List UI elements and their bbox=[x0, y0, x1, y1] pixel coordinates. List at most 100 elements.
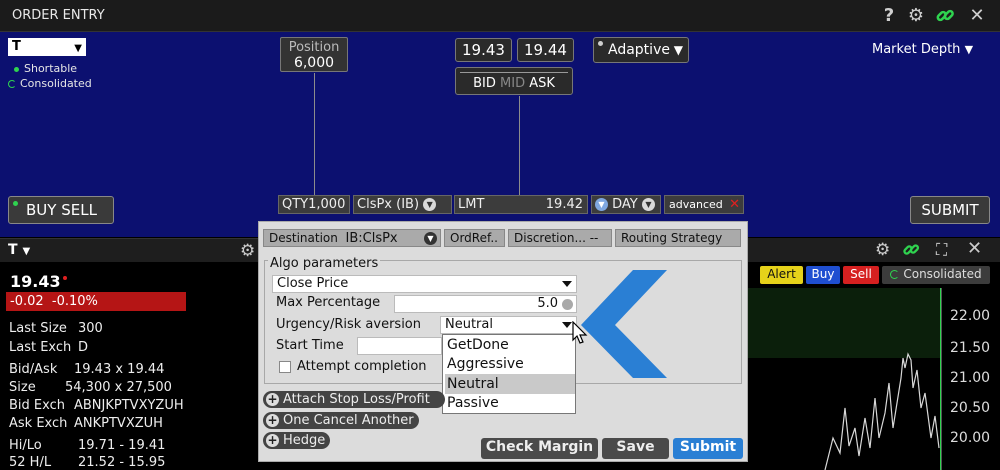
ask-price-button[interactable]: 19.44 bbox=[517, 38, 574, 62]
bid-price-button[interactable]: 19.43 bbox=[455, 38, 512, 62]
option-neutral[interactable]: Neutral bbox=[445, 374, 575, 394]
one-cancel-another-button[interactable]: + One Cancel Another bbox=[263, 412, 419, 429]
attempt-completion-checkbox[interactable] bbox=[279, 361, 291, 373]
routing-strategy-button[interactable]: Routing Strategy bbox=[615, 229, 741, 247]
start-time-label: Start Time bbox=[276, 338, 344, 353]
chart-consolidated-toggle[interactable]: Consolidated bbox=[882, 266, 990, 284]
quote-row: Ask Exch ANKPTVXZUH bbox=[9, 416, 163, 431]
axis-tick-label: 20.00 bbox=[950, 430, 991, 446]
chevron-down-icon: ▼ bbox=[424, 232, 437, 245]
chevron-down-icon bbox=[562, 281, 572, 287]
destination-select[interactable]: Destination IB:ClsPx ▼ bbox=[263, 229, 441, 247]
expand-icon[interactable]: ⛶ bbox=[936, 240, 947, 260]
ask-label: ASK bbox=[529, 76, 555, 91]
consolidated-indicator: Consolidated bbox=[8, 77, 92, 90]
urgency-select[interactable]: Neutral bbox=[440, 316, 577, 334]
chart-buy-button[interactable]: Buy bbox=[806, 266, 840, 284]
submit-button[interactable]: Submit bbox=[673, 438, 743, 459]
cispx-select[interactable]: ClsPx (IB) ▼ bbox=[353, 195, 452, 214]
limit-price-field[interactable]: LMT 19.42 bbox=[454, 195, 588, 214]
quote-symbol[interactable]: T ▼ bbox=[8, 242, 30, 258]
bid-label: BID bbox=[473, 76, 496, 91]
market-depth-toggle[interactable]: Market Depth ▼ bbox=[872, 42, 973, 57]
quote-row: Last Size 300 bbox=[9, 321, 103, 336]
chart-sell-button[interactable]: Sell bbox=[843, 266, 879, 284]
save-button[interactable]: Save bbox=[602, 438, 669, 459]
plus-icon: + bbox=[266, 413, 279, 427]
status-dot-icon bbox=[14, 66, 19, 72]
clock-icon: ▼ bbox=[595, 198, 608, 211]
axis-tick-label: 21.50 bbox=[950, 340, 991, 356]
check-margin-button[interactable]: Check Margin bbox=[481, 438, 598, 459]
bid-mid-ask-selector[interactable]: BID MID ASK bbox=[455, 67, 573, 95]
max-percentage-input[interactable]: 5.0 bbox=[394, 295, 577, 313]
plus-icon: + bbox=[266, 392, 279, 406]
chart-panel-header: ⚙ ⛶ ✕ bbox=[745, 238, 1000, 262]
algo-value: Adaptive bbox=[608, 42, 670, 58]
quote-row: 52 H/L 21.52 - 15.95 bbox=[9, 455, 166, 470]
last-price: 19.43 bbox=[10, 272, 67, 291]
buy-label: BUY bbox=[26, 201, 57, 219]
chevron-down-icon: ▼ bbox=[641, 198, 655, 211]
quote-row: Bid/Ask 19.43 x 19.44 bbox=[9, 362, 165, 377]
title-bar: ORDER ENTRY ? ⚙ ✕ bbox=[0, 0, 1000, 32]
close-icon[interactable]: ✕ bbox=[729, 196, 740, 213]
symbol-select[interactable]: T ▼ bbox=[8, 38, 86, 56]
option-aggressive[interactable]: Aggressive bbox=[445, 354, 575, 374]
option-getdone[interactable]: GetDone bbox=[445, 335, 575, 355]
quote-row: Hi/Lo 19.71 - 19.41 bbox=[9, 438, 166, 453]
link-icon[interactable] bbox=[901, 240, 921, 264]
price-line-chart bbox=[824, 288, 941, 470]
gear-icon[interactable]: ⚙ bbox=[905, 5, 927, 27]
consolidated-ring-icon bbox=[8, 80, 16, 88]
close-icon[interactable]: ✕ bbox=[967, 238, 982, 259]
consolidated-ring-icon bbox=[890, 270, 900, 279]
max-percentage-label: Max Percentage bbox=[276, 295, 381, 310]
stepper-icon[interactable] bbox=[562, 299, 573, 310]
option-passive[interactable]: Passive bbox=[445, 393, 575, 413]
sell-label: SELL bbox=[61, 201, 97, 219]
chevron-down-icon: ▼ bbox=[964, 43, 974, 56]
dot-icon bbox=[598, 41, 603, 46]
advanced-toggle[interactable]: advanced ✕ bbox=[664, 195, 744, 214]
submit-order-button[interactable]: SUBMIT bbox=[910, 196, 990, 224]
link-icon[interactable] bbox=[934, 5, 956, 27]
quantity-field[interactable]: QTY1,000 bbox=[278, 195, 350, 214]
position-label: Position bbox=[288, 40, 340, 55]
chevron-down-icon bbox=[562, 322, 572, 328]
discretion-button[interactable]: Discretion... -- bbox=[508, 229, 612, 247]
buy-sell-toggle[interactable]: BUY SELL bbox=[8, 196, 114, 224]
hedge-button[interactable]: + Hedge bbox=[263, 432, 330, 449]
plus-icon: + bbox=[266, 433, 279, 447]
quote-row: Bid Exch ABNJKPTVXYZUH bbox=[9, 398, 184, 413]
start-time-input[interactable] bbox=[357, 337, 442, 355]
close-price-select[interactable]: Close Price bbox=[272, 275, 577, 293]
tick-down-icon bbox=[62, 276, 67, 280]
alert-button[interactable]: Alert bbox=[760, 266, 803, 284]
algo-parameters-title: Algo parameters bbox=[268, 256, 381, 271]
quote-row: Size 54,300 x 27,500 bbox=[9, 380, 172, 395]
gear-icon[interactable]: ⚙ bbox=[240, 241, 255, 261]
ordref-button[interactable]: OrdRef.. bbox=[444, 229, 505, 247]
status-dot-icon bbox=[13, 201, 18, 206]
chevron-down-icon: ▼ bbox=[423, 198, 437, 211]
close-icon[interactable]: ✕ bbox=[966, 5, 988, 27]
mid-label: MID bbox=[500, 76, 526, 91]
attempt-completion-label: Attempt completion bbox=[297, 359, 427, 374]
help-icon[interactable]: ? bbox=[878, 5, 900, 27]
axis-tick-label: 22.00 bbox=[950, 308, 991, 324]
gear-icon[interactable]: ⚙ bbox=[875, 240, 890, 260]
attach-stop-loss-button[interactable]: + Attach Stop Loss/Profit bbox=[263, 391, 445, 408]
axis-tick-label: 20.50 bbox=[950, 400, 991, 416]
symbol-value: T bbox=[12, 39, 21, 54]
position-box: Position 6,000 bbox=[280, 37, 348, 72]
window-title: ORDER ENTRY bbox=[12, 8, 105, 23]
axis-tick-label: 21.00 bbox=[950, 370, 991, 386]
chevron-down-icon: ▼ bbox=[74, 43, 82, 54]
chevron-left-icon bbox=[581, 270, 667, 378]
change-badge: -0.02 -0.10% bbox=[6, 292, 186, 311]
algo-select[interactable]: Adaptive ▼ bbox=[593, 37, 689, 63]
shortable-indicator: Shortable bbox=[14, 62, 77, 75]
price-ticks bbox=[460, 72, 568, 74]
tif-select[interactable]: ▼ DAY ▼ bbox=[591, 195, 661, 214]
